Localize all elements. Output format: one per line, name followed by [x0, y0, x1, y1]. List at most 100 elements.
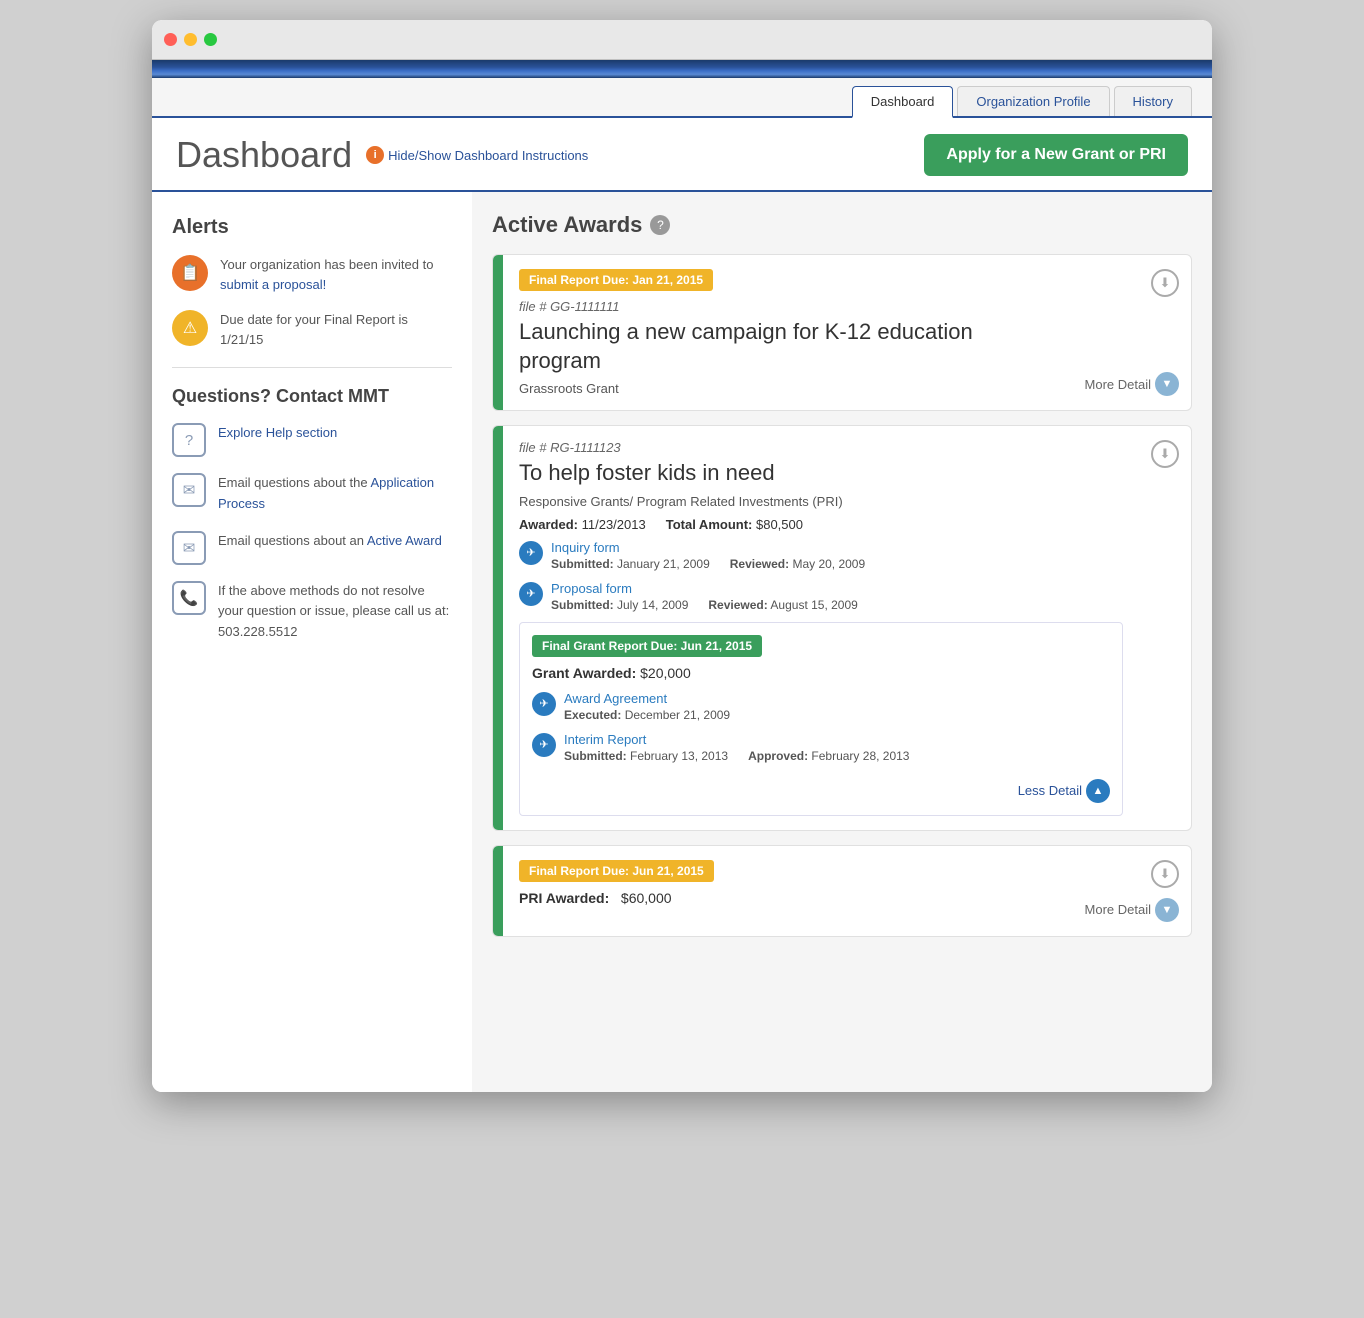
award-card-2: file # RG-1111123 To help foster kids in…: [492, 425, 1192, 831]
award-agreement-item: ✈ Award Agreement Executed: December 21,…: [532, 691, 1110, 722]
interim-report-icon: ✈: [532, 733, 556, 757]
contact-help-text: Explore Help section: [218, 423, 337, 444]
tab-org-profile[interactable]: Organization Profile: [957, 86, 1109, 116]
active-awards-header: Active Awards ?: [492, 212, 1192, 238]
interim-report-item: ✈ Interim Report Submitted: February 13,…: [532, 732, 1110, 763]
award-agreement-details: Award Agreement Executed: December 21, 2…: [564, 691, 730, 722]
file-num-1: file # GG-1111111: [519, 299, 1057, 314]
award-card-3-body: Final Report Due: Jun 21, 2015 PRI Award…: [503, 846, 1073, 936]
contact-title: Questions? Contact MMT: [172, 386, 452, 407]
badge-final-report-1: Final Report Due: Jan 21, 2015: [519, 269, 713, 291]
inquiry-form-link[interactable]: Inquiry form: [551, 540, 620, 555]
interim-report-dates: Submitted: February 13, 2013 Approved: F…: [564, 749, 909, 763]
app-window: Dashboard Organization Profile History D…: [152, 20, 1212, 1092]
inquiry-form-item: ✈ Inquiry form Submitted: January 21, 20…: [519, 540, 1123, 571]
chevron-up-icon: ▲: [1086, 779, 1110, 803]
phone-icon: 📞: [172, 581, 206, 615]
award-green-bar-2: [493, 426, 503, 830]
award-agreement-dates: Executed: December 21, 2009: [564, 708, 730, 722]
award-title-2: To help foster kids in need: [519, 459, 1123, 488]
interim-report-link[interactable]: Interim Report: [564, 732, 646, 747]
badge-final-report-3: Final Report Due: Jun 21, 2015: [519, 860, 714, 882]
nav-tabs-row: Dashboard Organization Profile History: [152, 78, 1212, 118]
proposal-form-dates: Submitted: July 14, 2009 Reviewed: Augus…: [551, 598, 858, 612]
sidebar: Alerts 📋 Your organization has been invi…: [152, 192, 472, 1092]
pri-awarded-row: PRI Awarded: $60,000: [519, 890, 1057, 906]
award-agreement-icon: ✈: [532, 692, 556, 716]
alert-proposal: 📋 Your organization has been invited to …: [172, 255, 452, 294]
contact-active-award: ✉ Email questions about an Active Award: [172, 531, 452, 565]
award-card-1-body: Final Report Due: Jan 21, 2015 file # GG…: [503, 255, 1073, 410]
active-awards-title: Active Awards: [492, 212, 642, 238]
contact-phone: 📞 If the above methods do not resolve yo…: [172, 581, 452, 643]
hide-show-instructions-link[interactable]: i Hide/Show Dashboard Instructions: [366, 146, 588, 164]
minimize-button[interactable]: [184, 33, 197, 46]
contact-active-award-text: Email questions about an Active Award: [218, 531, 442, 552]
award-green-bar-1: [493, 255, 503, 410]
file-num-2: file # RG-1111123: [519, 440, 1123, 455]
award-card-3: Final Report Due: Jun 21, 2015 PRI Award…: [492, 845, 1192, 937]
close-button[interactable]: [164, 33, 177, 46]
nested-grant-card: Final Grant Report Due: Jun 21, 2015 Gra…: [519, 622, 1123, 816]
alerts-title: Alerts: [172, 216, 452, 239]
alert-due-date-text: Due date for your Final Report is 1/21/1…: [220, 310, 452, 349]
inquiry-form-dates: Submitted: January 21, 2009 Reviewed: Ma…: [551, 557, 865, 571]
proposal-form-link[interactable]: Proposal form: [551, 581, 632, 596]
contact-help: ? Explore Help section: [172, 423, 452, 457]
maximize-button[interactable]: [204, 33, 217, 46]
alert-proposal-text: Your organization has been invited to su…: [220, 255, 452, 294]
award-type-1: Grassroots Grant: [519, 381, 1057, 396]
page-title: Dashboard: [176, 134, 352, 176]
grant-awarded-row: Grant Awarded: $20,000: [532, 665, 1110, 681]
inquiry-form-icon: ✈: [519, 541, 543, 565]
alert-due-date-icon: ⚠: [172, 310, 208, 346]
contact-application-text: Email questions about the Application Pr…: [218, 473, 452, 515]
interim-report-details: Interim Report Submitted: February 13, 2…: [564, 732, 909, 763]
download-icon-1[interactable]: ⬇: [1151, 269, 1179, 297]
apply-new-grant-button[interactable]: Apply for a New Grant or PRI: [924, 134, 1188, 176]
email-icon-2: ✉: [172, 531, 206, 565]
application-process-link[interactable]: Application Process: [218, 475, 434, 511]
award-card-2-right: ⬇: [1139, 426, 1191, 830]
award-type-2: Responsive Grants/ Program Related Inves…: [519, 494, 1123, 509]
tab-history[interactable]: History: [1114, 86, 1192, 116]
badge-final-grant-report: Final Grant Report Due: Jun 21, 2015: [532, 635, 762, 657]
award-agreement-link[interactable]: Award Agreement: [564, 691, 667, 706]
help-icon: ?: [172, 423, 206, 457]
more-detail-btn-1[interactable]: More Detail ▼: [1085, 362, 1179, 396]
alert-proposal-icon: 📋: [172, 255, 208, 291]
main-content: Alerts 📋 Your organization has been invi…: [152, 192, 1212, 1092]
proposal-form-item: ✈ Proposal form Submitted: July 14, 2009…: [519, 581, 1123, 612]
download-icon-2[interactable]: ⬇: [1151, 440, 1179, 468]
proposal-form-details: Proposal form Submitted: July 14, 2009 R…: [551, 581, 858, 612]
info-icon: i: [366, 146, 384, 164]
chevron-down-icon-1: ▼: [1155, 372, 1179, 396]
tab-dashboard[interactable]: Dashboard: [852, 86, 954, 118]
page-header: Dashboard i Hide/Show Dashboard Instruct…: [152, 118, 1212, 192]
alert-due-date: ⚠ Due date for your Final Report is 1/21…: [172, 310, 452, 349]
less-detail-btn[interactable]: Less Detail ▲: [532, 773, 1110, 803]
sidebar-divider: [172, 367, 452, 368]
award-card-2-body: file # RG-1111123 To help foster kids in…: [503, 426, 1139, 830]
contact-application: ✉ Email questions about the Application …: [172, 473, 452, 515]
right-panel: Active Awards ? Final Report Due: Jan 21…: [472, 192, 1212, 1092]
email-icon-1: ✉: [172, 473, 206, 507]
award-card-1-right: ⬇ More Detail ▼: [1073, 255, 1191, 410]
download-icon-3[interactable]: ⬇: [1151, 860, 1179, 888]
award-card-3-right: ⬇ More Detail ▼: [1073, 846, 1191, 936]
award-meta-2: Awarded: 11/23/2013 Total Amount: $80,50…: [519, 517, 1123, 532]
award-title-1: Launching a new campaign for K-12 educat…: [519, 318, 1057, 375]
award-card-1: Final Report Due: Jan 21, 2015 file # GG…: [492, 254, 1192, 411]
contact-phone-text: If the above methods do not resolve your…: [218, 581, 452, 643]
titlebar: [152, 20, 1212, 60]
submit-proposal-link[interactable]: submit a proposal!: [220, 277, 326, 292]
active-award-link[interactable]: Active Award: [367, 533, 442, 548]
chevron-down-icon-3: ▼: [1155, 898, 1179, 922]
top-bar: [152, 60, 1212, 78]
more-detail-btn-3[interactable]: More Detail ▼: [1085, 888, 1179, 922]
explore-help-link[interactable]: Explore Help section: [218, 425, 337, 440]
proposal-form-icon: ✈: [519, 582, 543, 606]
active-awards-help-icon[interactable]: ?: [650, 215, 670, 235]
inquiry-form-details: Inquiry form Submitted: January 21, 2009…: [551, 540, 865, 571]
award-green-bar-3: [493, 846, 503, 936]
